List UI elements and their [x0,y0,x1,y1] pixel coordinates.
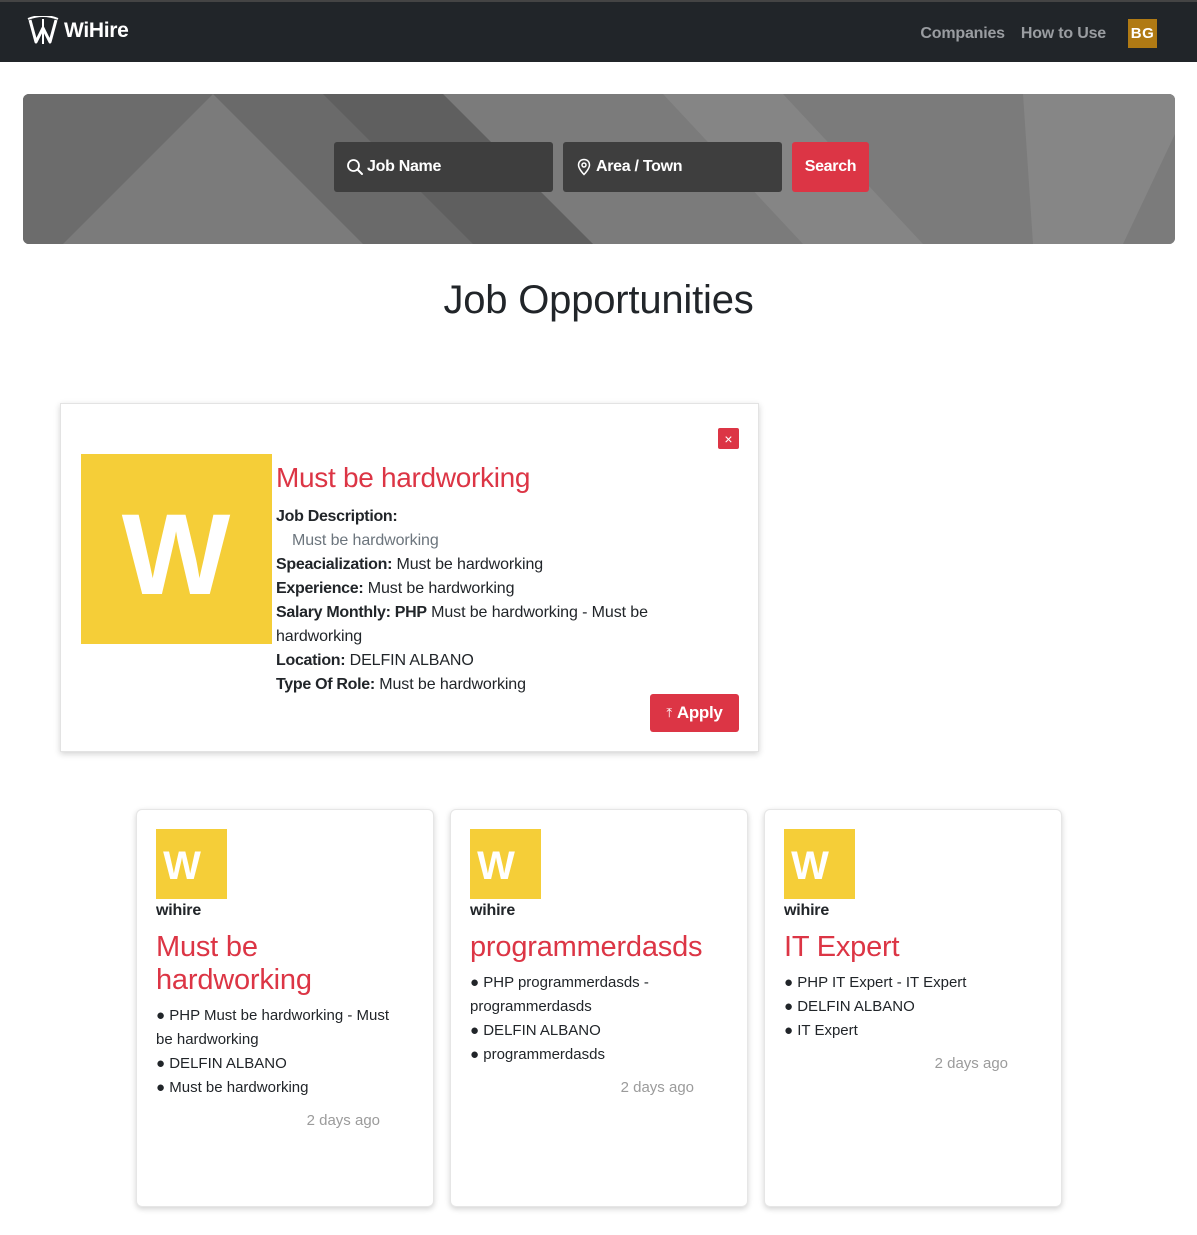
job-card-body: Must be hardworking ● PHP Must be hardwo… [156,931,401,1129]
company-name: wihire [470,902,516,919]
area-town-field[interactable] [563,142,782,192]
specialization-label: Speacialization: [276,556,393,573]
job-name-field[interactable] [334,142,553,192]
job-title[interactable]: programmerdasds [470,931,715,964]
specialization-value: Must be hardworking [396,556,544,573]
job-card-body: programmerdasds ● PHP programmerdasds - … [470,931,715,1096]
close-icon[interactable]: × [718,428,739,449]
job-salary: ● PHP IT Expert - IT Expert [784,974,967,991]
company-name: wihire [156,902,202,919]
brand-link[interactable]: WiHire [27,16,129,46]
apply-label: Apply [676,703,723,722]
wihire-logo-icon [27,16,59,44]
company-name: wihire [784,902,830,919]
search-hero: Search [23,94,1175,244]
job-card[interactable]: W wihire IT Expert ● PHP IT Expert - IT … [764,809,1062,1207]
area-town-input[interactable] [596,158,766,176]
svg-text:W: W [477,844,515,888]
location-row: Location: DELFIN ALBANO [276,649,726,673]
company-logo-letter: W [791,844,829,888]
experience-label: Experience: [276,580,364,597]
salary-label: Salary Monthly: PHP [276,604,427,621]
job-salary: ● PHP programmerdasds - programmerdasds [470,974,649,1015]
job-role: ● Must be hardworking [156,1079,309,1096]
job-description-label: Job Description: [276,508,398,525]
company-logo-letter: W [477,844,515,888]
posted-time: 2 days ago [306,1112,380,1129]
job-role: ● IT Expert [784,1022,858,1039]
company-logo: W [784,829,855,899]
experience-row: Experience: Must be hardworking [276,577,726,601]
svg-text:W: W [122,491,231,619]
company-logo-letter: W [163,844,201,888]
location-label: Location: [276,652,346,669]
search-icon [347,159,363,175]
job-card[interactable]: W wihire Must be hardworking ● PHP Must … [136,809,434,1207]
job-location: ● DELFIN ALBANO [784,998,915,1015]
job-detail-title: Must be hardworking [276,462,531,493]
company-logo-letter: W [122,491,231,619]
job-name-input[interactable] [367,158,537,176]
apply-button[interactable]: ⤒ Apply [650,694,739,732]
company-logo: W [470,829,541,899]
job-title[interactable]: IT Expert [784,931,1029,964]
page-title: Job Opportunities [443,278,754,322]
nav-link-how-to-use[interactable]: How to Use [1021,25,1106,43]
job-location: ● DELFIN ALBANO [156,1055,287,1072]
location-value: DELFIN ALBANO [349,652,474,669]
role-value: Must be hardworking [379,676,526,693]
search-button[interactable]: Search [792,142,869,192]
nav-links: Companies How to Use BG [904,19,1157,48]
experience-value: Must be hardworking [367,580,515,597]
location-pin-icon [577,158,591,176]
job-detail-card: × W Must be hardworking Job Description:… [60,403,759,752]
job-description-text: Must be hardworking [292,532,439,549]
salary-row: Salary Monthly: PHP Must be hardworking … [276,601,726,649]
role-label: Type Of Role: [276,676,375,693]
brand-name: WiHire [64,19,129,42]
company-logo: W [156,829,227,899]
job-description-row: Job Description: [276,505,726,529]
company-logo: W [81,454,272,644]
specialization-row: Speacialization: Must be hardworking [276,553,726,577]
job-detail-body: Must be hardworking Job Description: Mus… [276,460,726,697]
nav-link-companies[interactable]: Companies [920,25,1005,43]
posted-time: 2 days ago [934,1055,1008,1072]
job-role: ● programmerdasds [470,1046,605,1063]
job-card[interactable]: W wihire programmerdasds ● PHP programme… [450,809,748,1207]
user-avatar[interactable]: BG [1128,19,1157,48]
upload-icon: ⤒ [666,705,672,720]
svg-text:W: W [163,844,201,888]
posted-time: 2 days ago [620,1079,694,1096]
svg-text:W: W [791,844,829,888]
job-card-body: IT Expert ● PHP IT Expert - IT Expert ● … [784,931,1029,1072]
job-salary: ● PHP Must be hardworking - Must be hard… [156,1007,390,1048]
top-navbar: WiHire Companies How to Use BG [0,0,1197,62]
job-location: ● DELFIN ALBANO [470,1022,601,1039]
job-title[interactable]: Must be hardworking [156,931,401,997]
